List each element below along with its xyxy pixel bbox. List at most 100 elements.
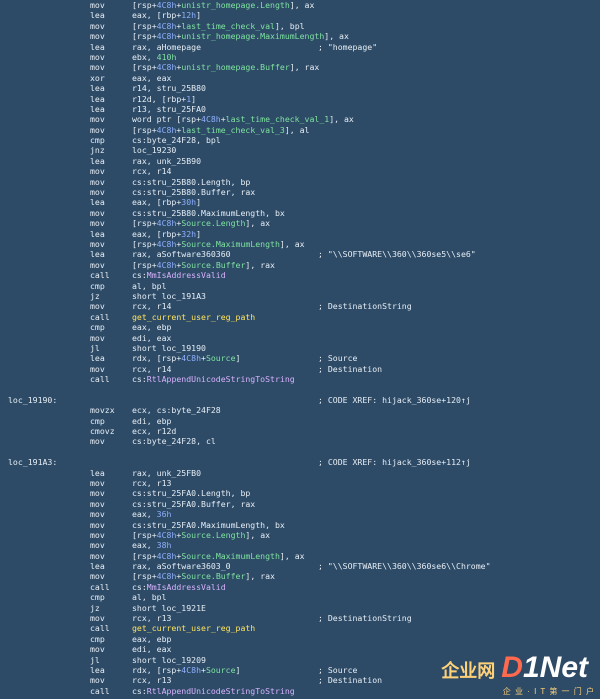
disasm-line[interactable]: cmp al, bpl (0, 281, 600, 291)
operand-token: ecx, cs:byte_24F28 (132, 405, 221, 416)
disasm-line[interactable]: lea eax, [rbp+30h] (0, 197, 600, 207)
disasm-line[interactable]: lea eax, [rbp+32h] (0, 229, 600, 239)
operand-token[interactable]: MmIsAddressValid (147, 582, 226, 592)
disasm-line[interactable]: call get_current_user_reg_path (0, 623, 600, 633)
disasm-line[interactable]: mov word ptr [rsp+4C8h+last_time_check_va… (0, 114, 600, 124)
disasm-line[interactable]: mov [rsp+4C8h+unistr_homepage.Buffer], ra… (0, 62, 600, 72)
operand-token: [rsp+ (132, 0, 157, 10)
mnemonic: lea (90, 41, 105, 52)
operand-token: cs:stru_25FA0.Buffer, rax (132, 498, 256, 509)
disasm-line[interactable]: lea eax, [rbp+12h] (0, 10, 600, 20)
disasm-line[interactable]: lea rax, aSoftware360360 ; "\\SOFTWARE\\36… (0, 249, 600, 259)
disasm-line[interactable]: mov rcx, r14 (0, 166, 600, 176)
operand-token[interactable]: RtlAppendUnicodeStringToString (147, 686, 295, 696)
disasm-line[interactable]: lea r14, stru_25B80 (0, 83, 600, 93)
disasm-line[interactable]: mov cs:stru_25B80.Length, bp (0, 177, 600, 187)
operand-token: last_time_check_val_3 (181, 124, 285, 135)
disasm-line[interactable]: mov [rsp+4C8h+last_time_check_val_3], al (0, 125, 600, 135)
disasm-line[interactable] (0, 447, 600, 457)
operand-token: edi, eax (132, 332, 172, 343)
disasm-line[interactable]: cmp eax, ebp (0, 634, 600, 644)
operand-token: ebx, (132, 51, 157, 62)
disasm-line[interactable]: lea rax, unk_25B90 (0, 156, 600, 166)
operand-token[interactable]: get_current_user_reg_path (132, 312, 255, 322)
disasm-line[interactable]: lea rax, unk_25FB0 (0, 468, 600, 478)
disasm-line[interactable]: mov cs:stru_25FA0.MaximumLength, bx (0, 520, 600, 530)
operand-token: 4C8h (181, 665, 202, 675)
comment: ; "homepage" (318, 41, 378, 52)
disasm-line[interactable] (0, 384, 600, 394)
operands: rax, unk_25FB0 (132, 468, 201, 478)
disasm-line[interactable]: mov cs:stru_25B80.Buffer, rax (0, 187, 600, 197)
disasm-line[interactable]: mov eax, 36h (0, 509, 600, 519)
operand-token[interactable]: RtlAppendUnicodeStringToString (147, 374, 295, 384)
disasm-line[interactable]: mov cs:byte_24F28, cl (0, 436, 600, 446)
mnemonic: call (90, 311, 110, 322)
mnemonic: mov (90, 0, 105, 10)
disasm-line[interactable]: lea r12d, [rbp+1] (0, 94, 600, 104)
disasm-line[interactable]: mov ebx, 410h (0, 52, 600, 62)
disasm-line[interactable]: mov rcx, r14 ; Destination (0, 364, 600, 374)
disasm-line[interactable]: cmp eax, ebp (0, 322, 600, 332)
operand-token: ], bpl (274, 20, 305, 31)
operands: rdx, [rsp+4C8h+Source] (132, 353, 240, 363)
disasm-line[interactable]: call get_current_user_reg_path (0, 312, 600, 322)
operand-token: cs:stru_25B80.Buffer, rax (132, 187, 256, 198)
disasm-line[interactable]: cmp edi, ebp (0, 416, 600, 426)
disasm-line[interactable]: call cs:RtlAppendUnicodeStringToString (0, 374, 600, 384)
disasm-line[interactable]: lea r13, stru_25FA0 (0, 104, 600, 114)
disasm-line[interactable]: mov edi, eax (0, 333, 600, 343)
disasm-line[interactable]: call cs:MmIsAddressValid (0, 582, 600, 592)
disasm-line[interactable]: mov rcx, r13 (0, 478, 600, 488)
disasm-line[interactable]: mov [rsp+4C8h+last_time_check_val], bpl (0, 21, 600, 31)
disasm-line[interactable]: cmp cs:byte_24F28, bpl (0, 135, 600, 145)
operands: rcx, r13 (132, 675, 171, 685)
operand-token: [rsp+ (132, 550, 157, 561)
mnemonic: mov (90, 498, 105, 509)
operand-token: [rsp+ (132, 259, 157, 270)
operand-token[interactable]: MmIsAddressValid (147, 270, 226, 280)
disasm-line[interactable]: jz short loc_191A3 (0, 291, 600, 301)
disasm-line[interactable]: loc_191A3: ; CODE XREF: hijack_360se+112↑… (0, 457, 600, 467)
disasm-line[interactable]: jl short loc_19190 (0, 343, 600, 353)
disasm-line[interactable]: mov eax, 38h (0, 540, 600, 550)
disasm-line[interactable]: xor eax, eax (0, 73, 600, 83)
disasm-line[interactable]: mov cs:stru_25FA0.Length, bp (0, 488, 600, 498)
operand-token: r13, stru_25FA0 (132, 103, 206, 114)
disasm-line[interactable]: mov [rsp+4C8h+Source.MaximumLength], ax (0, 551, 600, 561)
disasm-line[interactable]: mov [rsp+4C8h+Source.Buffer], rax (0, 571, 600, 581)
disasm-line[interactable]: mov cs:stru_25FA0.Buffer, rax (0, 499, 600, 509)
disasm-line[interactable]: mov cs:stru_25B80.MaximumLength, bx (0, 208, 600, 218)
operands: r12d, [rbp+1] (132, 94, 196, 104)
disasm-line[interactable]: mov [rsp+4C8h+Source.Buffer], rax (0, 260, 600, 270)
operands: cs:byte_24F28, cl (132, 436, 216, 446)
disasm-line[interactable]: mov [rsp+4C8h+unistr_homepage.MaximumLeng… (0, 31, 600, 41)
operand-token: ] (235, 665, 241, 675)
comment: ; CODE XREF: hijack_360se+120↑j (318, 394, 471, 405)
disasm-line[interactable]: mov [rsp+4C8h+unistr_homepage.Length], ax (0, 0, 600, 10)
operand-token: ], rax (245, 571, 275, 582)
disasm-line[interactable]: cmp al, bpl (0, 592, 600, 602)
disasm-line[interactable]: jz short loc_1921E (0, 603, 600, 613)
disasm-line[interactable]: mov rcx, r13 ; DestinationString (0, 613, 600, 623)
disasm-line[interactable]: mov [rsp+4C8h+Source.Length], ax (0, 530, 600, 540)
operand-token: rdx, [rsp+ (132, 665, 182, 675)
disasm-line[interactable]: cmovz ecx, r12d (0, 426, 600, 436)
disasm-line[interactable]: lea rdx, [rsp+4C8h+Source] ; Source (0, 353, 600, 363)
operand-token[interactable]: get_current_user_reg_path (132, 623, 255, 633)
comment: ; DestinationString (318, 613, 412, 624)
code-label[interactable]: loc_191A3: (8, 457, 57, 467)
operand-token: cs:stru_25B80.MaximumLength, bx (132, 207, 285, 218)
disasm-line[interactable]: lea rax, aSoftware3603_0 ; "\\SOFTWARE\\36… (0, 561, 600, 571)
disassembly-listing[interactable]: mov [rsp+4C8h+unistr_homepage.Length], ax… (0, 0, 600, 696)
disasm-line[interactable]: lea rax, aHomepage ; "homepage" (0, 42, 600, 52)
disasm-line[interactable]: jnz loc_19230 (0, 145, 600, 155)
operand-token: short loc_1921E (132, 602, 206, 613)
disasm-line[interactable]: loc_19190: ; CODE XREF: hijack_360se+120↑… (0, 395, 600, 405)
disasm-line[interactable]: mov [rsp+4C8h+Source.Length], ax (0, 218, 600, 228)
disasm-line[interactable]: mov rcx, r14 ; DestinationString (0, 301, 600, 311)
code-label[interactable]: loc_19190: (8, 395, 57, 405)
disasm-line[interactable]: movzx ecx, cs:byte_24F28 (0, 405, 600, 415)
disasm-line[interactable]: mov [rsp+4C8h+Source.MaximumLength], ax (0, 239, 600, 249)
disasm-line[interactable]: call cs:MmIsAddressValid (0, 270, 600, 280)
